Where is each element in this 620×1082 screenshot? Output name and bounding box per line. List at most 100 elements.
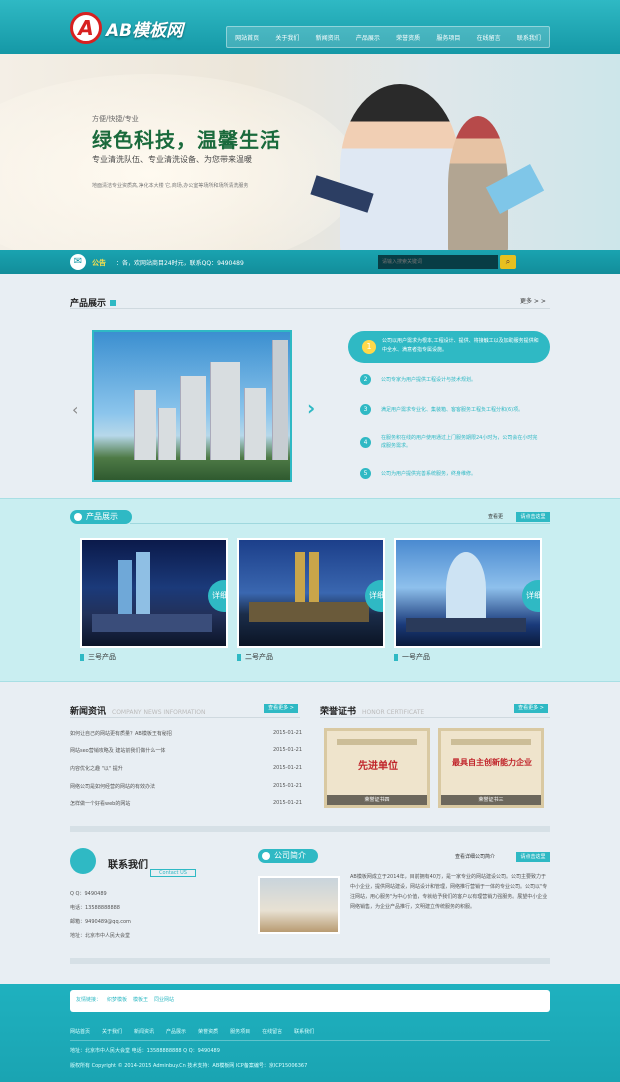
banner-kicker: 方便/快捷/专业 xyxy=(92,115,139,123)
product-card[interactable]: 详细 xyxy=(237,538,385,648)
honors-more-button[interactable]: 查看更多 > xyxy=(514,704,548,713)
news-item[interactable]: 网站seo营销攻略及 建站前我们做什么一体 2015-01-21 xyxy=(70,747,302,754)
contact-tag: Contact US xyxy=(150,869,196,877)
contact-address: 地址：北京市中人民大会堂 xyxy=(70,933,131,939)
news-item[interactable]: 内容优化之趣 "以" 提升 2015-01-21 xyxy=(70,765,302,772)
footer-nav-item[interactable]: 联系我们 xyxy=(294,1028,314,1035)
title-dot-icon xyxy=(262,852,270,860)
certificate-text: 最具自主创新能力企业 xyxy=(452,757,532,767)
section-separator xyxy=(70,826,550,832)
about-image xyxy=(258,876,340,934)
footer-nav-item[interactable]: 新闻资讯 xyxy=(134,1028,154,1035)
news-item-date: 2015-01-21 xyxy=(272,800,302,806)
nav-item-honors[interactable]: 荣誉资质 xyxy=(396,33,420,42)
products-show-more-text: 查看更 xyxy=(488,514,504,520)
feature-text: 公司以用户需求为根本,工程设计、提供、将接触工以及加助服务提供和中全水、满意者指… xyxy=(382,338,539,353)
news-item[interactable]: 网络公司是如何经营的网站的有效办法 2015-01-21 xyxy=(70,783,302,790)
footer-nav-item[interactable]: 荣誉资质 xyxy=(198,1028,218,1035)
footer-copyright: 版权所有 Copyright © 2014-2015 Adminbuy.Cn 技… xyxy=(70,1063,308,1069)
news-item[interactable]: 怎样做一个好看web的网站 2015-01-21 xyxy=(70,800,302,807)
nav-item-services[interactable]: 服务项目 xyxy=(436,33,460,42)
slider-next-icon[interactable]: › xyxy=(307,396,315,420)
product-caption[interactable]: 二号产品 xyxy=(237,652,273,662)
slider-image[interactable] xyxy=(92,330,292,482)
nav-item-home[interactable]: 网站首页 xyxy=(235,33,259,42)
feature-text: 公司专家为用户提供工程设计与技术规划。 xyxy=(381,376,477,383)
feature-item[interactable]: 4 在服务积在线的用户使用通过上门服务期限24小时为，公司会在小时完成服务需求。 xyxy=(360,434,541,450)
feature-item-active[interactable]: 1 公司以用户需求为根本,工程设计、提供、将接触工以及加助服务提供和中全水、满意… xyxy=(348,331,550,363)
certificate-text: 先进单位 xyxy=(358,761,398,772)
certificate-caption: 荣誉证书三 xyxy=(441,795,541,805)
product-caption[interactable]: 三号产品 xyxy=(80,652,116,662)
footer-nav-item[interactable]: 服务项目 xyxy=(230,1028,250,1035)
product-caption[interactable]: 一号产品 xyxy=(394,652,430,662)
honors-title-en: HONOR CERTIFICATE xyxy=(362,709,425,716)
notice-bar: ✉ 公告 ：各，欢网站商目24时元，联系QQ：9490489 ⌕ xyxy=(0,250,620,274)
news-item-date: 2015-01-21 xyxy=(272,730,302,736)
footer-nav-item[interactable]: 网站首页 xyxy=(70,1028,90,1035)
certificate-header-stripe xyxy=(337,739,417,745)
news-more-button[interactable]: 查看更多 > xyxy=(264,704,298,713)
products-show-title-text: 产品展示 xyxy=(86,512,118,521)
search-input[interactable] xyxy=(378,255,498,269)
friend-link[interactable]: 织梦模板 xyxy=(107,996,127,1006)
feature-text: 满足用户需求专业化、集装箱、客客服务工程负工程分和(6)项。 xyxy=(381,406,524,413)
nav-item-products[interactable]: 产品展示 xyxy=(356,33,380,42)
logo[interactable]: A AB模板网 xyxy=(70,10,200,46)
product-caption-text: 三号产品 xyxy=(88,653,116,661)
caption-marker xyxy=(237,653,241,661)
product-card[interactable]: 详细 xyxy=(80,538,228,648)
products-show-title: 产品展示 xyxy=(70,510,132,524)
friend-link[interactable]: 模板王 xyxy=(133,996,148,1006)
news-title-text: 新闻资讯 xyxy=(70,707,107,717)
product-caption-text: 二号产品 xyxy=(245,653,273,661)
notice-text: ：各，欢网站商目24时元，联系QQ：9490489 xyxy=(116,260,244,267)
products-show-more-link[interactable]: 请点击这里 xyxy=(516,512,550,522)
footer-nav-item[interactable]: 关于我们 xyxy=(102,1028,122,1035)
news-item-title: 怎样做一个好看web的网站 xyxy=(70,801,131,807)
certificate-caption: 荣誉证书四 xyxy=(327,795,427,805)
nav-item-news[interactable]: 新闻资讯 xyxy=(316,33,340,42)
feature-number: 5 xyxy=(360,468,371,479)
about-more-link[interactable]: 请点击这里 xyxy=(516,852,550,862)
news-item-title: 如何让自己的网站更有质量？AB模板王有秘招 xyxy=(70,731,172,737)
logo-mark: A xyxy=(70,12,102,44)
nav-item-about[interactable]: 关于我们 xyxy=(275,33,299,42)
nav-item-contact[interactable]: 联系我们 xyxy=(517,33,541,42)
news-item-date: 2015-01-21 xyxy=(272,747,302,753)
nav-item-message[interactable]: 在线留言 xyxy=(477,33,501,42)
product-caption-text: 一号产品 xyxy=(402,653,430,661)
news-item-title: 内容优化之趣 "以" 提升 xyxy=(70,766,123,772)
contact-title: 联系我们 xyxy=(108,860,148,871)
honor-certificate[interactable]: 最具自主创新能力企业 荣誉证书三 xyxy=(438,728,544,808)
about-title-text: 公司简介 xyxy=(274,851,306,860)
caption-marker xyxy=(394,653,398,661)
main-nav: 网站首页 关于我们 新闻资讯 产品展示 荣誉资质 服务项目 在线留言 联系我们 xyxy=(226,26,550,48)
friend-link[interactable]: 同业网站 xyxy=(154,996,174,1006)
caption-marker xyxy=(80,653,84,661)
news-title-en: COMPANY NEWS INFORMATION xyxy=(112,709,206,716)
detail-button[interactable]: 详细 xyxy=(208,580,226,612)
banner-person-woman xyxy=(340,84,460,250)
search-icon[interactable]: ⌕ xyxy=(500,255,516,269)
feature-text: 在服务积在线的用户使用通过上门服务期限24小时为，公司会在小时完成服务需求。 xyxy=(381,435,538,449)
about-more-text: 查看详细公司简介 xyxy=(455,854,496,860)
feature-number: 3 xyxy=(360,404,371,415)
news-item-title: 网络公司是如何经营的网站的有效办法 xyxy=(70,784,156,790)
honor-certificate[interactable]: 先进单位 荣誉证书四 xyxy=(324,728,430,808)
banner-subtitle: 专业清洗队伍、专业清洗设备、为您带来温暖 xyxy=(92,155,252,164)
news-item[interactable]: 如何让自己的网站更有质量？AB模板王有秘招 2015-01-21 xyxy=(70,730,302,737)
detail-button[interactable]: 详细 xyxy=(522,580,540,612)
slider-prev-icon[interactable]: ‹ xyxy=(72,400,78,419)
footer-nav-item[interactable]: 产品展示 xyxy=(166,1028,186,1035)
feature-item[interactable]: 2 公司专家为用户提供工程设计与技术规划。 xyxy=(360,374,541,385)
feature-item[interactable]: 3 满足用户需求专业化、集装箱、客客服务工程负工程分和(6)项。 xyxy=(360,404,541,415)
product-card[interactable]: 详细 xyxy=(394,538,542,648)
products-intro-more[interactable]: 更多 > > xyxy=(520,296,546,305)
feature-item[interactable]: 5 公司为用户提供完善系统服务，终身维修。 xyxy=(360,468,541,479)
news-item-date: 2015-01-21 xyxy=(272,783,302,789)
divider xyxy=(320,717,550,718)
footer-divider xyxy=(70,1040,550,1041)
footer-nav-item[interactable]: 在线留言 xyxy=(262,1028,282,1035)
feature-number: 1 xyxy=(362,340,376,354)
